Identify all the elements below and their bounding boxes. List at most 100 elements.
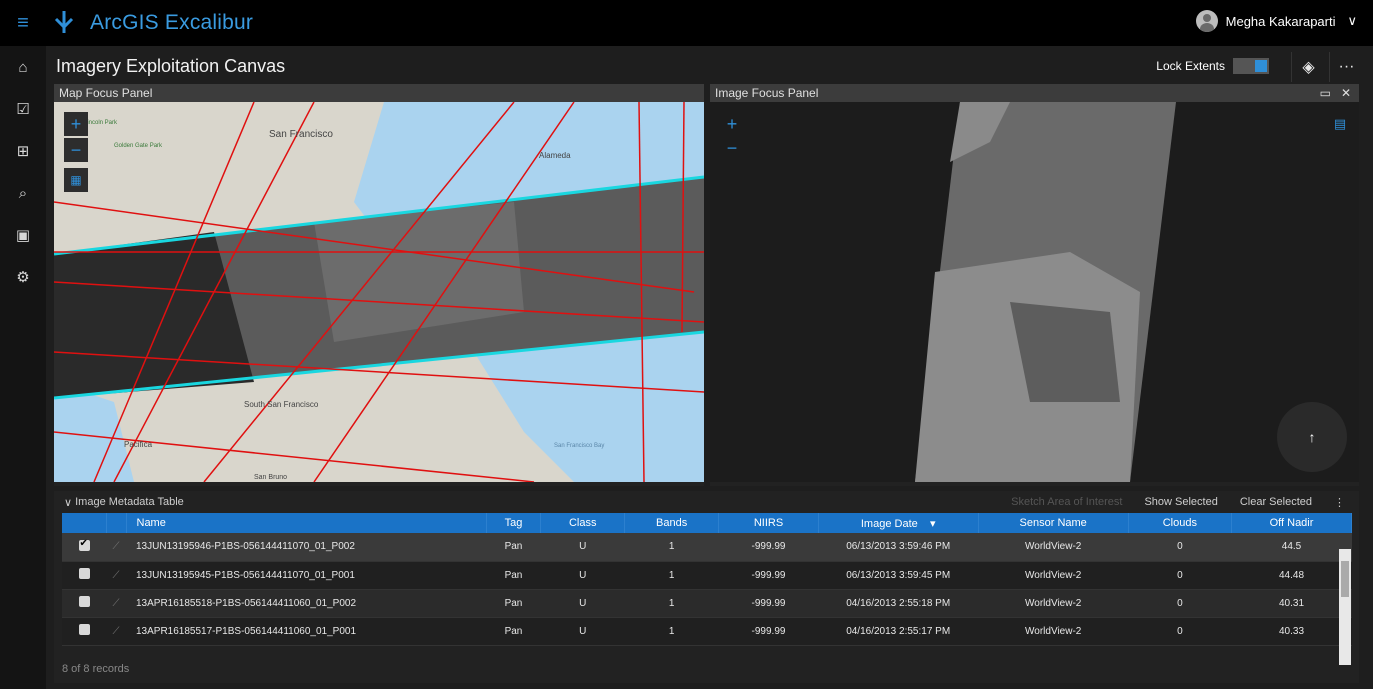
row-cell: ⟋ [106,589,126,618]
col-sensor[interactable]: Sensor Name [978,513,1129,533]
cell-date: 06/13/2013 3:59:45 PM [818,561,979,590]
map-label-sanbruno: San Bruno [254,474,287,481]
map-label-pacifica: Pacifica [124,440,153,449]
col-bands[interactable]: Bands [624,513,720,533]
table-header-bar: ∨ Image Metadata Table Sketch Area of In… [54,491,1359,513]
layers-icon[interactable]: ◈ [1291,52,1325,82]
cell-sensor: WorldView-2 [978,533,1129,562]
row-checkbox[interactable] [78,624,90,635]
cell-bands: 1 [624,561,719,590]
close-icon[interactable]: ✕ [1341,84,1351,102]
cell-tag: Pan [486,561,541,590]
settings-icon[interactable]: ⚙ [0,256,46,298]
row-checkbox[interactable] [78,538,90,551]
cell-name: 13APR16185518-P1BS-056144411060_01_P002 [126,589,486,618]
lock-toggle[interactable] [1233,58,1269,74]
map-label-ggpark: Golden Gate Park [114,143,163,149]
cell-sensor: WorldView-2 [978,589,1129,618]
sidebar: ⌂ ☑ ⊞ ⌕ ▣ ⚙ [0,46,46,689]
image-panel-header: Image Focus Panel ▭ ✕ [710,84,1359,102]
col-tag[interactable]: Tag [486,513,542,533]
cell-date: 06/13/2013 3:59:46 PM [818,533,979,562]
collapse-icon[interactable]: ∨ [64,496,75,509]
row-checkbox[interactable] [78,596,90,607]
scroll-thumb[interactable] [1341,561,1349,597]
metadata-icon[interactable]: ▤ [1331,116,1349,134]
cell-bands: 1 [624,589,719,618]
row-cell [62,589,106,618]
page-title: Imagery Exploitation Canvas [56,56,286,76]
zoom-out-icon[interactable]: − [720,136,744,160]
metadata-table: Name Tag Class Bands NIIRS Image Date ▾ … [62,513,1352,646]
table-row[interactable]: ⟋ 13JUN13195946-P1BS-056144411070_01_P002… [62,533,1352,562]
avatar [1195,10,1218,32]
image-canvas[interactable] [710,102,1359,482]
zoom-out-icon[interactable]: − [64,138,88,162]
cell-nadir: 40.33 [1231,617,1352,646]
cell-clouds: 0 [1128,589,1232,618]
hamburger-menu-icon[interactable]: ≡ [0,0,46,46]
cell-clouds: 0 [1128,617,1232,646]
gallery-icon[interactable]: ▣ [0,214,46,256]
cell-tag: Pan [486,589,541,618]
basemap-gallery-icon[interactable]: ▦ [64,168,88,192]
row-cell: ⟋ [106,533,126,562]
table-row[interactable]: ⟋ 13APR16185517-P1BS-056144411060_01_P001… [62,617,1352,646]
top-bar: ≡ ArcGIS Excalibur Megha Kakaraparti ∨ [0,0,1373,46]
cell-name: 13APR16185517-P1BS-056144411060_01_P001 [126,617,486,646]
north-arrow-icon[interactable]: ↑ [1277,402,1347,472]
map-panel-title: Map Focus Panel [54,84,704,102]
image-view[interactable]: + − ▤ ↑ [710,102,1359,482]
satellite-icon: ⟋ [112,597,120,609]
add-icon[interactable]: ⊞ [0,130,46,172]
table-row[interactable]: ⟋ 13JUN13195945-P1BS-056144411070_01_P001… [62,561,1352,590]
cell-bands: 1 [624,533,719,562]
metadata-table-area: ∨ Image Metadata Table Sketch Area of In… [54,491,1359,683]
table-more-icon[interactable]: ⋮ [1334,496,1345,509]
image-panel-title: Image Focus Panel [715,86,819,100]
cell-class: U [540,533,625,562]
sketch-aoi-button[interactable]: Sketch Area of Interest [1011,496,1122,509]
image-focus-panel: Image Focus Panel ▭ ✕ + − ▤ ↑ [710,84,1359,486]
col-clouds[interactable]: Clouds [1128,513,1233,533]
col-class[interactable]: Class [540,513,625,533]
records-count: 8 of 8 records [62,663,130,675]
row-cell [62,561,106,590]
lock-label: Lock Extents [1156,59,1225,73]
show-selected-button[interactable]: Show Selected [1144,496,1217,509]
map-label-ssf: South San Francisco [244,400,319,409]
cell-niirs: -999.99 [718,617,819,646]
zoom-in-icon[interactable]: + [720,112,744,136]
select-column-header [62,513,107,533]
col-name[interactable]: Name [126,513,487,533]
table-header-row: Name Tag Class Bands NIIRS Image Date ▾ … [62,513,1352,533]
table-actions: Sketch Area of Interest Show Selected Cl… [989,496,1345,509]
row-checkbox[interactable] [78,568,90,579]
col-off-nadir[interactable]: Off Nadir [1231,513,1352,533]
map-canvas[interactable]: San Francisco Alameda Golden Gate Park L… [54,102,704,482]
more-menu-icon[interactable]: ··· [1329,52,1363,82]
col-image-date[interactable]: Image Date ▾ [818,513,979,533]
table-row[interactable]: ⟋ 13APR16185518-P1BS-056144411060_01_P002… [62,589,1352,618]
cell-bands: 1 [624,617,719,646]
row-cell: ⟋ [106,561,126,590]
zoom-in-icon[interactable]: + [64,112,88,136]
table-body: ⟋ 13JUN13195946-P1BS-056144411070_01_P002… [62,533,1352,646]
maximize-icon[interactable]: ▭ [1320,84,1331,102]
home-icon[interactable]: ⌂ [0,46,46,88]
map-label-sf: San Francisco [269,129,333,140]
map-focus-panel: Map Focus Panel San Francisco Alameda Go… [54,84,704,486]
map-view[interactable]: San Francisco Alameda Golden Gate Park L… [54,102,704,482]
table-scrollbar[interactable] [1339,549,1351,665]
lock-extents[interactable]: Lock Extents [1156,58,1269,74]
user-menu[interactable]: Megha Kakaraparti ∨ [1195,10,1357,32]
cell-niirs: -999.99 [718,533,819,562]
cell-tag: Pan [486,617,541,646]
checkbox-icon[interactable]: ☑ [0,88,46,130]
cell-class: U [540,561,625,590]
cell-clouds: 0 [1128,561,1232,590]
col-niirs[interactable]: NIIRS [718,513,819,533]
clear-selected-button[interactable]: Clear Selected [1240,496,1312,509]
search-icon[interactable]: ⌕ [0,172,46,214]
row-cell [62,617,106,646]
